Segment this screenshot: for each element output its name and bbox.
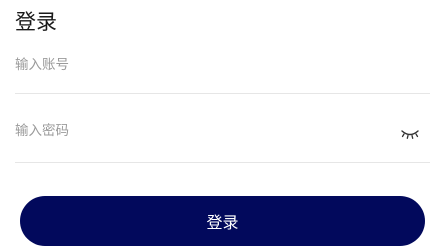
account-input[interactable] — [15, 48, 385, 82]
account-field — [15, 48, 430, 94]
eye-closed-icon[interactable] — [400, 126, 420, 140]
page-title: 登录 — [15, 10, 57, 34]
login-button[interactable]: 登录 — [20, 196, 425, 246]
password-field — [15, 114, 430, 163]
login-page: 登录 登录 — [0, 0, 447, 252]
password-input[interactable] — [15, 114, 385, 148]
